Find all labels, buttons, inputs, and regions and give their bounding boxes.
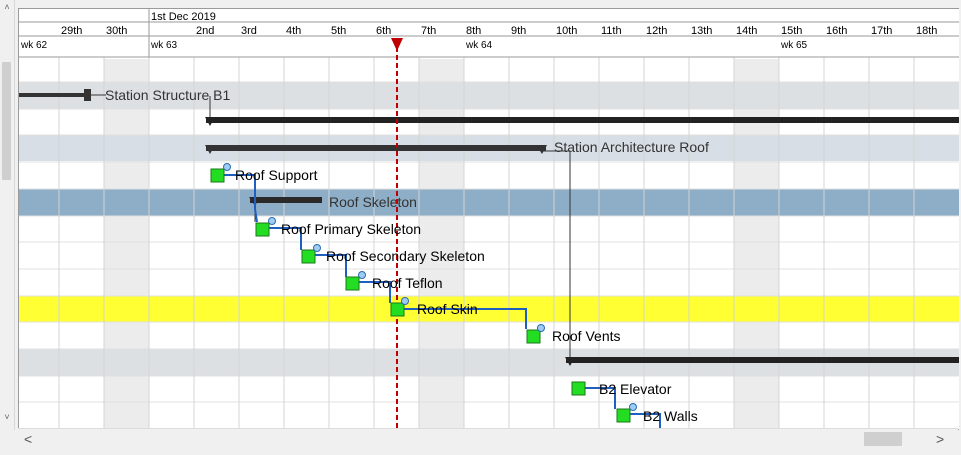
day-label: 13th: [691, 25, 712, 37]
task-b2-elevator[interactable]: [571, 381, 586, 396]
horizontal-scrollbar[interactable]: < >: [18, 428, 958, 449]
week-label: wk 64: [465, 40, 493, 51]
band-roof-skeleton: [19, 189, 959, 216]
horizontal-scroll-thumb[interactable]: [864, 432, 902, 446]
day-label: 14th: [736, 25, 757, 37]
gantt-window: ˄ ˅ 1st Dec 2019 29th 30th 2nd 3rd 4th 5…: [0, 0, 961, 455]
week-label: wk 63: [150, 40, 178, 51]
task-roof-secondary-skeleton[interactable]: [301, 244, 321, 264]
scroll-down-arrow-icon[interactable]: ˅: [0, 410, 14, 424]
day-label: 18th: [916, 25, 937, 37]
task-label: Roof Primary Skeleton: [281, 221, 421, 237]
week-label: wk 62: [20, 40, 48, 51]
task-label: Roof Vents: [552, 328, 621, 344]
day-label: 3rd: [241, 25, 257, 37]
day-label: 9th: [511, 25, 526, 37]
day-label: 30th: [106, 25, 127, 37]
vertical-scrollbar[interactable]: ˄ ˅: [0, 0, 15, 430]
task-label: B2 Walls: [643, 408, 698, 424]
day-label: 10th: [556, 25, 577, 37]
task-label: Roof Teflon: [372, 275, 443, 291]
task-label: Roof Secondary Skeleton: [326, 248, 485, 264]
task-roof-support[interactable]: [210, 163, 231, 183]
task-roof-vents[interactable]: [526, 324, 545, 344]
day-label: 29th: [61, 25, 82, 37]
task-label: Station Structure B1: [105, 87, 231, 103]
month-label: 1st Dec 2019: [151, 11, 216, 23]
task-label: B2 Elevator: [599, 381, 672, 397]
day-label: 12th: [646, 25, 667, 37]
scroll-up-arrow-icon[interactable]: ˄: [0, 0, 14, 14]
day-label: 17th: [871, 25, 892, 37]
day-label: 7th: [421, 25, 436, 37]
task-label: Roof Skin: [417, 301, 478, 317]
day-label: 15th: [781, 25, 802, 37]
day-label: 4th: [286, 25, 301, 37]
task-b2-walls[interactable]: [616, 403, 637, 423]
task-label: Roof Support: [235, 167, 318, 183]
gantt-chart[interactable]: 1st Dec 2019 29th 30th 2nd 3rd 4th 5th 6…: [18, 8, 959, 430]
timeline-header: 1st Dec 2019 29th 30th 2nd 3rd 4th 5th 6…: [19, 9, 959, 58]
task-roof-primary-skeleton[interactable]: [255, 217, 276, 237]
day-label: 8th: [466, 25, 481, 37]
day-label: 16th: [826, 25, 847, 37]
gantt-canvas: 1st Dec 2019 29th 30th 2nd 3rd 4th 5th 6…: [19, 9, 959, 429]
task-label: Station Architecture Roof: [554, 139, 709, 155]
task-roof-teflon[interactable]: [345, 271, 366, 291]
week-label: wk 65: [780, 40, 808, 51]
scroll-left-arrow-icon[interactable]: <: [24, 431, 32, 447]
scroll-right-arrow-icon[interactable]: >: [936, 431, 944, 447]
vertical-scroll-thumb[interactable]: [2, 62, 11, 180]
day-label: 11th: [601, 25, 622, 37]
day-label: 5th: [331, 25, 346, 37]
day-label: 6th: [376, 25, 391, 37]
task-label: Roof Skeleton: [329, 194, 417, 210]
day-label: 2nd: [196, 25, 214, 37]
